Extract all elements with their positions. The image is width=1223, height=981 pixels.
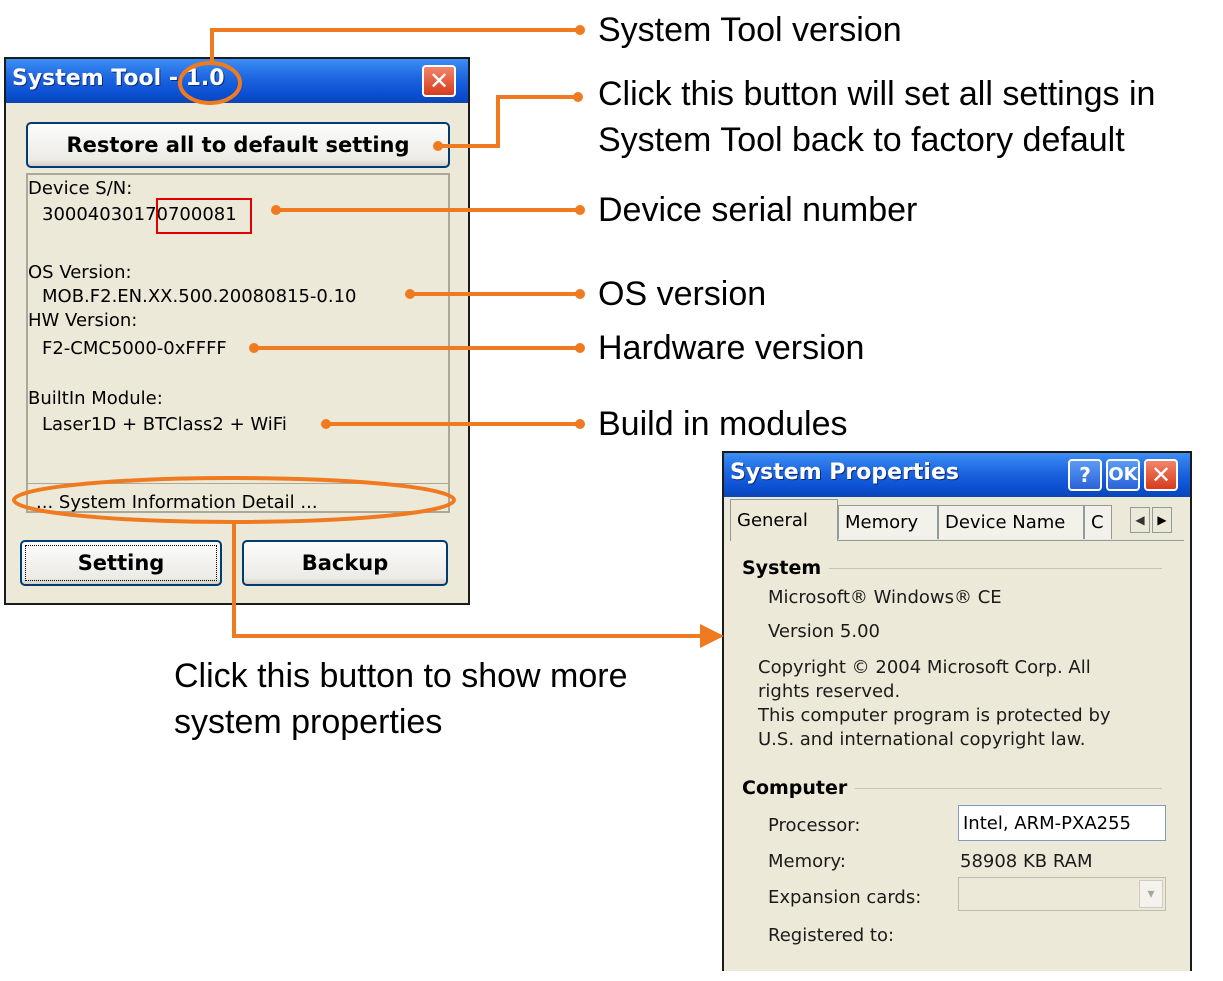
serial-highlight-box [156, 198, 252, 234]
callout-more-line2: system properties [174, 703, 443, 741]
hw-version-value: F2-CMC5000-0xFFFF [42, 338, 227, 359]
builtin-module-label: BuiltIn Module: [28, 388, 163, 409]
callout-hardware: Hardware version [598, 329, 865, 367]
callout-restore-line2: System Tool back to factory default [598, 121, 1125, 159]
copyright-line: This computer program is protected by [758, 705, 1111, 726]
hw-version-label: HW Version: [28, 310, 138, 331]
system-information-detail-button[interactable]: ... System Information Detail ... [26, 483, 450, 521]
device-sn-label: Device S/N: [28, 178, 133, 199]
chevron-down-icon[interactable]: ▾ [1139, 880, 1163, 908]
help-button[interactable]: ? [1068, 459, 1102, 491]
tab-partial[interactable]: C [1084, 505, 1112, 539]
tab-memory[interactable]: Memory [838, 505, 938, 539]
callout-modules: Build in modules [598, 405, 848, 443]
callout-os: OS version [598, 275, 767, 313]
expansion-cards-select[interactable]: ▾ [958, 877, 1166, 911]
processor-field[interactable]: Intel, ARM-PXA255 [958, 805, 1166, 841]
close-button[interactable]: ✕ [1144, 459, 1178, 491]
arrow-head-icon [700, 624, 724, 648]
tab-device-name[interactable]: Device Name [938, 505, 1084, 539]
system-tool-window: System Tool - 1.0 ✕ Restore all to defau… [4, 57, 470, 605]
tab-scroll-left-icon[interactable]: ◀ [1130, 507, 1150, 533]
callout-dot [575, 289, 585, 299]
callout-restore-line1: Click this button will set all settings … [598, 75, 1156, 113]
callout-tool-version: System Tool version [598, 11, 902, 49]
os-version-label: OS Version: [28, 262, 132, 283]
callout-dot [575, 25, 585, 35]
backup-button[interactable]: Backup [242, 540, 448, 586]
os-version: Version 5.00 [768, 621, 880, 642]
memory-value: 58908 KB RAM [960, 851, 1093, 872]
close-button[interactable]: ✕ [422, 65, 456, 97]
registered-to-label: Registered to: [768, 925, 895, 946]
ok-button[interactable]: OK [1106, 459, 1140, 491]
copyright-line: U.S. and international copyright law. [758, 729, 1086, 750]
callout-dot [573, 92, 583, 102]
memory-label: Memory: [768, 851, 846, 872]
processor-label: Processor: [768, 815, 861, 836]
system-group-header: System [742, 557, 1162, 579]
computer-group-label: Computer [742, 777, 848, 799]
callout-serial: Device serial number [598, 191, 918, 229]
callout-dot [575, 343, 585, 353]
window-title: System Tool - 1.0 [12, 66, 225, 91]
restore-default-button[interactable]: Restore all to default setting [26, 122, 450, 168]
system-tool-titlebar[interactable]: System Tool - 1.0 ✕ [6, 59, 468, 103]
callout-dot [575, 205, 585, 215]
os-version-value: MOB.F2.EN.XX.500.20080815-0.10 [42, 286, 357, 307]
system-group-label: System [742, 557, 822, 579]
callout-more-line1: Click this button to show more [174, 657, 628, 695]
copyright-line: rights reserved. [758, 681, 901, 702]
window-title: System Properties [730, 460, 959, 485]
callout-dot [575, 419, 585, 429]
tab-strip: General Memory Device Name C ◀ ▶ [724, 497, 1190, 541]
setting-button[interactable]: Setting [20, 540, 222, 586]
builtin-module-value: Laser1D + BTClass2 + WiFi [42, 414, 287, 435]
tab-general[interactable]: General [730, 499, 838, 541]
system-properties-window: System Properties ? OK ✕ General Memory … [722, 451, 1192, 971]
copyright-line: Copyright © 2004 Microsoft Corp. All [758, 657, 1091, 678]
os-name: Microsoft® Windows® CE [768, 587, 1002, 608]
expansion-cards-label: Expansion cards: [768, 887, 922, 908]
tab-scroll-right-icon[interactable]: ▶ [1152, 507, 1172, 533]
system-properties-titlebar[interactable]: System Properties ? OK ✕ [724, 453, 1190, 497]
computer-group-header: Computer [742, 777, 1162, 799]
